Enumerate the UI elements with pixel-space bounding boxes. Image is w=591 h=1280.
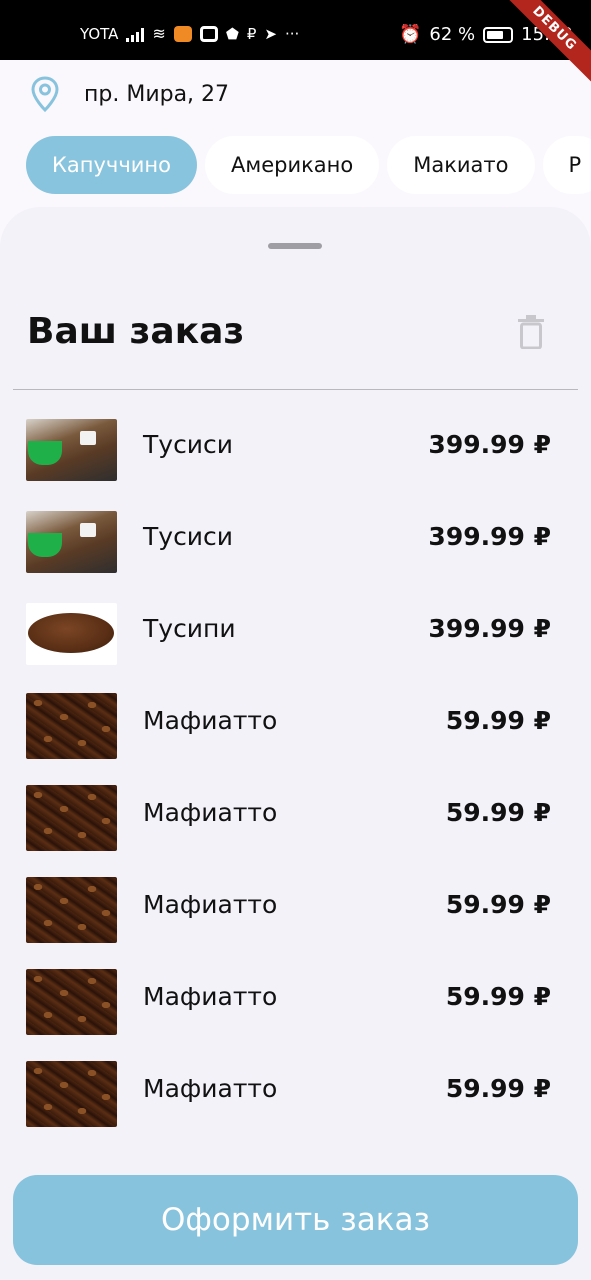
screen-record-icon bbox=[199, 25, 218, 42]
status-bar: YOTA ≋ ⬟ ₽ ➤ ··· ⏰ 62 % 15:52 DEBUG bbox=[0, 0, 591, 90]
item-name: Мафиатто bbox=[143, 706, 278, 735]
address-text: пр. Мира, 27 bbox=[84, 81, 230, 107]
item-name: Тусипи bbox=[143, 614, 236, 643]
order-bottom-sheet: Ваш заказ Тусиси 399.99 ₽ Тусиси 399.99 … bbox=[0, 207, 591, 1280]
trash-icon[interactable] bbox=[517, 315, 545, 349]
item-image bbox=[26, 877, 117, 943]
order-item[interactable]: Мафиатто 59.99 ₽ bbox=[0, 686, 591, 778]
order-items-list: Тусиси 399.99 ₽ Тусиси 399.99 ₽ Тусипи 3… bbox=[0, 410, 591, 1146]
address-selector[interactable]: пр. Мира, 27 bbox=[30, 76, 229, 112]
order-title: Ваш заказ bbox=[27, 311, 245, 352]
item-name: Мафиатто bbox=[143, 982, 278, 1011]
category-tabs: Капуччино Американо Макиато Р bbox=[26, 136, 591, 196]
item-price: 399.99 ₽ bbox=[428, 430, 551, 459]
item-price: 399.99 ₽ bbox=[428, 614, 551, 643]
item-image bbox=[26, 1061, 117, 1127]
item-image bbox=[26, 693, 117, 759]
item-image bbox=[26, 603, 117, 665]
order-item[interactable]: Мафиатто 59.99 ₽ bbox=[0, 962, 591, 1054]
app-notification-icon bbox=[173, 25, 192, 42]
order-item[interactable]: Тусиси 399.99 ₽ bbox=[0, 410, 591, 502]
item-image bbox=[26, 785, 117, 851]
item-image bbox=[26, 419, 117, 481]
divider bbox=[13, 389, 578, 390]
order-item[interactable]: Мафиатто 59.99 ₽ bbox=[0, 778, 591, 870]
signal-icon bbox=[126, 26, 145, 42]
item-price: 59.99 ₽ bbox=[445, 890, 551, 919]
item-name: Мафиатто bbox=[143, 1074, 278, 1103]
tab-macchiato[interactable]: Макиато bbox=[387, 136, 535, 194]
item-image bbox=[26, 511, 117, 573]
item-price: 399.99 ₽ bbox=[428, 522, 551, 551]
item-price: 59.99 ₽ bbox=[445, 798, 551, 827]
telegram-icon: ➤ bbox=[264, 24, 277, 43]
item-name: Тусиси bbox=[143, 522, 234, 551]
item-name: Тусиси bbox=[143, 430, 234, 459]
sheet-drag-handle[interactable] bbox=[268, 243, 322, 249]
tab-americano[interactable]: Американо bbox=[204, 136, 380, 194]
ruble-notification-icon: ₽ bbox=[246, 24, 257, 43]
item-price: 59.99 ₽ bbox=[445, 1074, 551, 1103]
tab-more[interactable]: Р bbox=[542, 136, 591, 194]
battery-icon bbox=[483, 26, 514, 43]
order-item[interactable]: Тусиси 399.99 ₽ bbox=[0, 502, 591, 594]
item-image bbox=[26, 969, 117, 1035]
checkout-button[interactable]: Оформить заказ bbox=[13, 1175, 578, 1265]
wifi-icon: ≋ bbox=[152, 24, 166, 43]
item-name: Мафиатто bbox=[143, 798, 278, 827]
battery-percent: 62 % bbox=[429, 24, 476, 45]
status-bar-left: YOTA ≋ ⬟ ₽ ➤ ··· bbox=[80, 24, 299, 43]
tab-cappuccino[interactable]: Капуччино bbox=[26, 136, 197, 194]
carrier-label: YOTA bbox=[80, 24, 119, 43]
more-notifications-icon: ··· bbox=[285, 24, 300, 43]
map-pin-icon bbox=[31, 76, 59, 112]
shield-icon: ⬟ bbox=[225, 24, 239, 43]
order-item[interactable]: Тусипи 399.99 ₽ bbox=[0, 594, 591, 686]
item-price: 59.99 ₽ bbox=[445, 982, 551, 1011]
alarm-icon: ⏰ bbox=[398, 24, 422, 45]
order-item[interactable]: Мафиатто 59.99 ₽ bbox=[0, 870, 591, 962]
item-price: 59.99 ₽ bbox=[445, 706, 551, 735]
item-name: Мафиатто bbox=[143, 890, 278, 919]
order-item[interactable]: Мафиатто 59.99 ₽ bbox=[0, 1054, 591, 1146]
